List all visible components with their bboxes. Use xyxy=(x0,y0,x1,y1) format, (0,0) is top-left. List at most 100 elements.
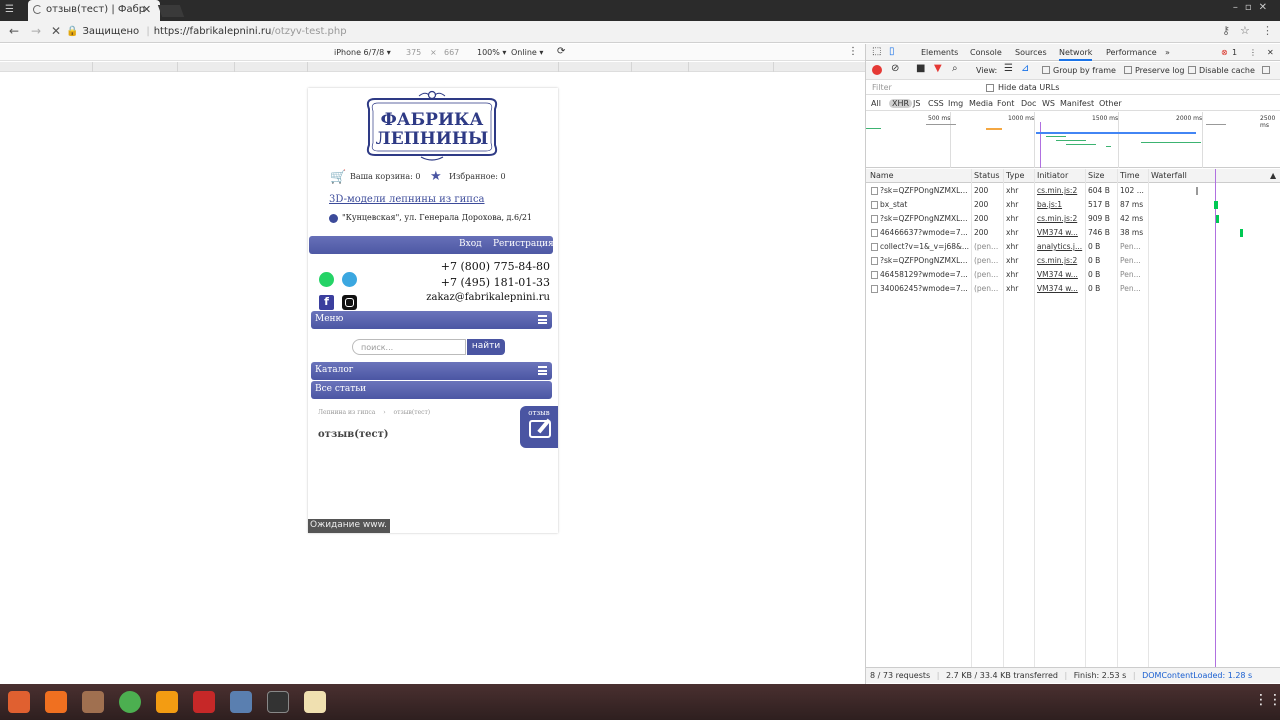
devtools-close-icon[interactable]: ✕ xyxy=(1267,48,1274,57)
tab-console[interactable]: Console xyxy=(970,48,1002,57)
filter-icon[interactable]: ▼ xyxy=(934,63,942,74)
catalog-bar[interactable]: Каталог xyxy=(311,362,552,380)
favorites-label[interactable]: Избранное: 0 xyxy=(449,172,506,181)
menu-bar[interactable]: Меню xyxy=(311,311,552,329)
link-3d-models[interactable]: 3D-модели лепнины из гипса xyxy=(329,194,485,205)
cell-initiator[interactable]: ba.js:1 xyxy=(1037,200,1083,209)
zoom-select[interactable]: 100% ▾ xyxy=(477,48,506,57)
browser-menu-icon[interactable]: ⋮ xyxy=(1262,24,1273,37)
cart-icon[interactable]: 🛒 xyxy=(330,170,346,185)
group-by-frame-checkbox[interactable] xyxy=(1042,66,1050,74)
filezilla-app-icon[interactable] xyxy=(193,691,215,713)
type-img[interactable]: Img xyxy=(948,99,963,108)
search-icon[interactable]: ⌕ xyxy=(952,63,958,74)
large-rows-icon[interactable]: ☰ xyxy=(1004,63,1013,74)
type-css[interactable]: CSS xyxy=(928,99,944,108)
network-throttle-select[interactable]: Online ▾ xyxy=(511,48,543,57)
close-tab-icon[interactable]: ✕ xyxy=(142,3,151,16)
col-time[interactable]: Time xyxy=(1120,171,1140,180)
col-status[interactable]: Status xyxy=(974,171,1000,180)
network-overview[interactable]: 500 ms 1000 ms 1500 ms 2000 ms 2500 ms xyxy=(866,112,1280,168)
forward-arrow-icon[interactable]: → xyxy=(31,24,41,38)
cart-label[interactable]: Ваша корзина: 0 xyxy=(350,172,420,181)
cell-initiator[interactable]: analytics.j... xyxy=(1037,242,1083,251)
register-link[interactable]: Регистрация xyxy=(493,239,554,249)
browser-tab[interactable]: отзыв(тест) | Фабр ✕ xyxy=(28,0,160,21)
type-media[interactable]: Media xyxy=(969,99,993,108)
tab-elements[interactable]: Elements xyxy=(921,48,958,57)
cell-initiator[interactable]: VM374 w... xyxy=(1037,228,1083,237)
bookmark-star-icon[interactable]: ☆ xyxy=(1240,24,1250,37)
email-link[interactable]: zakaz@fabrikalepnini.ru xyxy=(426,292,550,303)
col-type[interactable]: Type xyxy=(1006,171,1024,180)
text-editor-app-icon[interactable] xyxy=(304,691,326,713)
col-initiator[interactable]: Initiator xyxy=(1037,171,1068,180)
device-toggle-icon[interactable]: ▯ xyxy=(889,46,895,57)
type-doc[interactable]: Doc xyxy=(1021,99,1036,108)
instagram-icon[interactable] xyxy=(342,295,357,310)
tab-network[interactable]: Network xyxy=(1059,48,1093,61)
record-icon[interactable] xyxy=(872,65,882,75)
inspect-icon[interactable]: ⬚ xyxy=(872,46,881,57)
col-waterfall[interactable]: Waterfall xyxy=(1151,171,1187,180)
error-count[interactable]: 1 xyxy=(1232,48,1237,57)
type-other[interactable]: Other xyxy=(1099,99,1122,108)
tab-performance[interactable]: Performance xyxy=(1106,48,1157,57)
sublime-app-icon[interactable] xyxy=(156,691,178,713)
search-input[interactable]: поиск... xyxy=(352,339,466,355)
table-row[interactable]: ?sk=QZFPOngNZMXL... (pen... xhr cs.min.js:2… xyxy=(866,254,1280,268)
hide-data-urls-checkbox[interactable] xyxy=(986,84,994,92)
screenshot-app-icon[interactable] xyxy=(230,691,252,713)
hamburger-icon[interactable] xyxy=(538,315,547,324)
hamburger-icon[interactable] xyxy=(538,366,547,375)
device-width[interactable]: 375 xyxy=(406,48,421,57)
filter-input[interactable]: Filter xyxy=(872,83,892,92)
sort-arrow-icon[interactable]: ▲ xyxy=(1270,171,1276,180)
rotate-icon[interactable]: ⟳ xyxy=(557,46,565,57)
software-center-icon[interactable] xyxy=(45,691,67,713)
files-app-icon[interactable] xyxy=(82,691,104,713)
device-select[interactable]: iPhone 6/7/8 ▾ xyxy=(334,48,391,57)
cell-initiator[interactable]: cs.min.js:2 xyxy=(1037,186,1083,195)
app-grid-icon[interactable]: ⋮⋮ xyxy=(1254,692,1280,708)
more-tabs-icon[interactable]: » xyxy=(1165,48,1170,57)
cell-initiator[interactable]: VM374 w... xyxy=(1037,284,1083,293)
phone-2[interactable]: +7 (495) 181-01-33 xyxy=(441,276,550,289)
review-button[interactable]: отзыв xyxy=(520,406,558,448)
url-field[interactable]: 🔒 Защищено | https://fabrikalepnini.ru/otz… xyxy=(66,23,1216,40)
type-js[interactable]: JS xyxy=(913,99,920,108)
preserve-log-checkbox[interactable] xyxy=(1124,66,1132,74)
phone-1[interactable]: +7 (800) 775-84-80 xyxy=(441,260,550,273)
media-query-ruler[interactable] xyxy=(0,62,865,72)
type-manifest[interactable]: Manifest xyxy=(1060,99,1094,108)
app-menu-icon[interactable]: ☰ xyxy=(5,4,14,15)
breadcrumb-home[interactable]: Лепнина из гипса xyxy=(318,409,375,416)
type-all[interactable]: All xyxy=(871,99,881,108)
login-link[interactable]: Вход xyxy=(459,239,482,249)
settings-app-icon[interactable] xyxy=(8,691,30,713)
col-size[interactable]: Size xyxy=(1088,171,1104,180)
type-font[interactable]: Font xyxy=(997,99,1014,108)
back-arrow-icon[interactable]: ← xyxy=(9,24,19,38)
devtools-menu-icon[interactable]: ⋮ xyxy=(1249,48,1257,57)
new-tab-button[interactable] xyxy=(157,5,185,17)
key-icon[interactable]: ⚷ xyxy=(1222,24,1230,37)
tab-sources[interactable]: Sources xyxy=(1015,48,1047,57)
site-logo[interactable]: ФАБРИКА ЛЕПНИНЫ xyxy=(361,89,503,161)
table-row[interactable]: ?sk=QZFPOngNZMXL... 200 xhr cs.min.js:2 604 … xyxy=(866,184,1280,198)
telegram-icon[interactable] xyxy=(342,272,357,287)
offline-checkbox[interactable] xyxy=(1262,66,1270,74)
clear-icon[interactable]: ⊘ xyxy=(891,63,899,74)
favorites-star-icon[interactable]: ★ xyxy=(430,169,442,184)
camera-icon[interactable]: ■ xyxy=(916,63,925,74)
terminal-app-icon[interactable] xyxy=(267,691,289,713)
table-row[interactable]: 46458129?wmode=7... (pen... xhr VM374 w... 0… xyxy=(866,268,1280,282)
table-row[interactable]: collect?v=1&_v=j68&... (pen... xhr analytic… xyxy=(866,240,1280,254)
facebook-icon[interactable]: f xyxy=(319,295,334,310)
type-xhr[interactable]: XHR xyxy=(889,99,913,108)
table-row[interactable]: 46466637?wmode=7... 200 xhr VM374 w... 746 B… xyxy=(866,226,1280,240)
col-name[interactable]: Name xyxy=(870,171,894,180)
disable-cache-checkbox[interactable] xyxy=(1188,66,1196,74)
chrome-app-icon[interactable] xyxy=(119,691,141,713)
cell-initiator[interactable]: VM374 w... xyxy=(1037,270,1083,279)
